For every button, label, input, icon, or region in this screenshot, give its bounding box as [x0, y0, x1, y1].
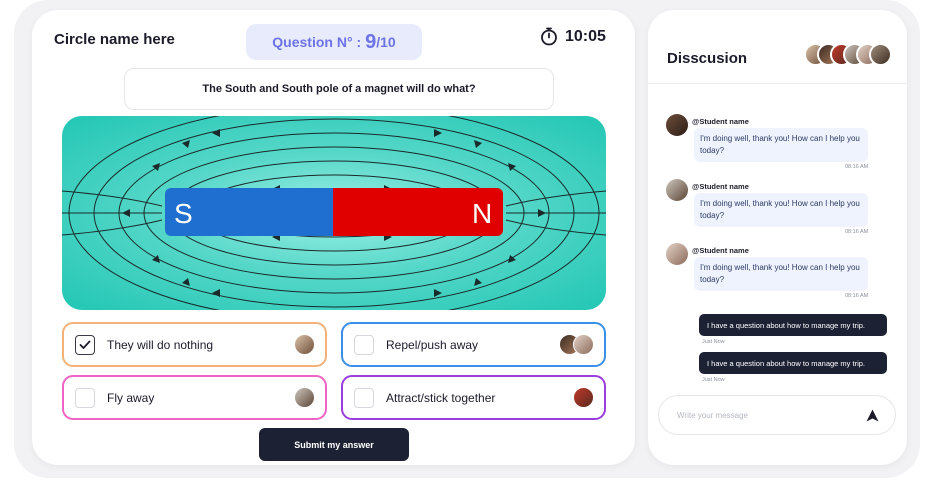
message-author: @Student name: [692, 182, 749, 191]
discussion-panel: Disscusion @Student name I'm doing well,…: [648, 10, 907, 465]
answer-option-1[interactable]: They will do nothing: [62, 322, 327, 367]
avatar: [666, 179, 688, 201]
outgoing-message: I have a question about how to manage my…: [699, 352, 887, 374]
message-time: 08:16 AM: [845, 293, 869, 299]
message-input-container: [658, 395, 896, 435]
avatar: [869, 43, 892, 66]
avatar: [666, 114, 688, 136]
question-total: /10: [376, 34, 396, 50]
option-avatars: [294, 387, 315, 408]
question-label: Question N° :: [272, 34, 362, 50]
option-checkbox[interactable]: [354, 334, 374, 355]
message-bubble: I'm doing well, thank you! How can I hel…: [694, 257, 868, 291]
option-label: Attract/stick together: [386, 390, 496, 405]
option-label: Repel/push away: [386, 337, 479, 352]
south-pole-label: S: [174, 198, 193, 229]
circle-name: Circle name here: [54, 31, 175, 48]
question-number: 9: [365, 30, 377, 53]
send-button[interactable]: [863, 406, 881, 424]
answer-option-4[interactable]: Attract/stick together: [341, 375, 606, 420]
check-icon: [79, 340, 91, 349]
avatar: [294, 387, 315, 408]
message-time: Just Now: [702, 377, 725, 383]
question-counter: Question N° : 9 /10: [246, 24, 422, 60]
option-checkbox[interactable]: [354, 387, 374, 408]
submit-answer-button[interactable]: Submit my answer: [259, 428, 409, 461]
message-bubble: I'm doing well, thank you! How can I hel…: [694, 128, 868, 162]
option-checkbox[interactable]: [75, 387, 95, 408]
message-time: 08:16 AM: [845, 229, 869, 235]
send-icon: [866, 409, 878, 421]
avatar: [573, 387, 594, 408]
option-checkbox-checked[interactable]: [75, 334, 95, 355]
message-author: @Student name: [692, 246, 749, 255]
option-label: Fly away: [107, 390, 155, 405]
timer-value: 10:05: [565, 27, 606, 45]
outgoing-message: I have a question about how to manage my…: [699, 314, 887, 336]
question-text: The South and South pole of a magnet wil…: [124, 68, 554, 110]
answer-option-2[interactable]: Repel/push away: [341, 322, 606, 367]
message-bubble: I'm doing well, thank you! How can I hel…: [694, 193, 868, 227]
participant-avatars: [804, 43, 892, 66]
option-avatars: [573, 387, 594, 408]
divider: [648, 83, 907, 84]
message-input[interactable]: [675, 409, 863, 421]
avatar: [573, 334, 594, 355]
answer-option-3[interactable]: Fly away: [62, 375, 327, 420]
message-time: 08:16 AM: [845, 164, 869, 170]
option-label: They will do nothing: [107, 337, 214, 352]
magnet-illustration: S N: [62, 116, 606, 310]
avatar: [666, 243, 688, 265]
timer: 10:05: [540, 27, 606, 46]
north-pole-label: N: [472, 198, 492, 229]
option-avatars: [559, 334, 594, 355]
stopwatch-icon: [541, 27, 557, 46]
message-author: @Student name: [692, 117, 749, 126]
message-time: Just Now: [702, 339, 725, 345]
avatar: [294, 334, 315, 355]
option-avatars: [294, 334, 315, 355]
chat-title: Disscusion: [667, 50, 748, 67]
